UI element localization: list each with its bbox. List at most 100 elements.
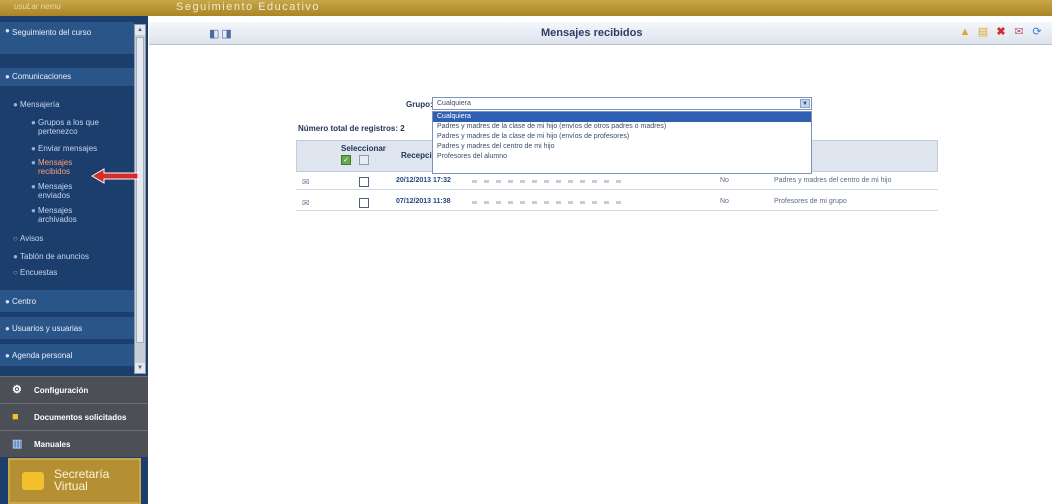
dropdown-option[interactable]: Profesores del alumno: [433, 152, 811, 162]
row-group: Padres y madres del centro de mi hijo: [774, 177, 892, 184]
sidebar-section-seguimiento[interactable]: ● Seguimiento del curso: [0, 22, 134, 54]
bullet-icon: ●: [5, 26, 10, 35]
sidebar-item-enviados[interactable]: ● Mensajes enviados: [31, 182, 88, 200]
sidebar-item-archivados[interactable]: ● Mensajes archivados: [31, 206, 92, 224]
scroll-up-icon[interactable]: ▲: [135, 25, 145, 35]
page-title: Mensajes recibidos: [541, 27, 643, 39]
app-title: Seguimiento Educativo: [176, 1, 321, 13]
sidebar-item-label: Manuales: [34, 440, 71, 449]
virtual-label: Virtual: [54, 479, 88, 493]
total-records-label: Número total de registros: 2: [298, 124, 405, 133]
sidebar-item-label: Grupos a los que pertenezco: [38, 118, 99, 136]
content-header: ◧◨ Mensajes recibidos ▲ ▤ ✖ ✉ ⟳: [149, 22, 1052, 45]
sidebar-section-label: Agenda personal: [12, 351, 73, 360]
sidebar-item-label: Tablón de anuncios: [20, 252, 89, 261]
sidebar-section-label: Usuarios y usuarias: [12, 324, 83, 333]
group-filter-select[interactable]: Cualquiera ▼: [432, 97, 812, 110]
user-name-label: usuLar nemu: [14, 2, 61, 11]
refresh-icon[interactable]: ⟳: [1030, 25, 1044, 39]
dropdown-option[interactable]: Padres y madres de la clase de mi hijo (…: [433, 132, 811, 142]
row-subject-placeholder: [472, 201, 622, 204]
sidebar: ● Seguimiento del curso ● Comunicaciones…: [0, 16, 148, 504]
envelope-icon: ✉: [302, 177, 310, 187]
row-subject-placeholder: [472, 180, 622, 183]
sidebar-section-label: Centro: [12, 297, 37, 306]
sidebar-item-label: Enviar mensajes: [38, 144, 98, 153]
table-row[interactable]: ✉ 20/12/2013 17:32 No Padres y madres de…: [296, 174, 938, 190]
sidebar-item-label: Mensajes enviados: [38, 182, 73, 200]
row-read-status: No: [720, 177, 729, 184]
bullet-icon: ●: [5, 297, 10, 306]
sidebar-section-label: Comunicaciones: [12, 72, 72, 81]
table-row[interactable]: ✉ 07/12/2013 11:38 No Profesores de mi g…: [296, 195, 938, 211]
bullet-icon: ●: [31, 158, 36, 167]
row-date[interactable]: 20/12/2013 17:32: [396, 177, 451, 184]
sidebar-item-manuales[interactable]: ▥ Manuales: [0, 430, 148, 457]
sidebar-scrollbar[interactable]: ▲ ▼: [134, 24, 146, 374]
secretaria-virtual-button[interactable]: Secretaría Virtual: [8, 458, 141, 504]
group-filter-value: Cualquiera: [437, 100, 471, 107]
bullet-icon: ●: [13, 252, 18, 261]
sidebar-section-comunicaciones[interactable]: ● Comunicaciones: [0, 68, 134, 86]
bullet-icon: ●: [5, 72, 10, 81]
group-filter-label: Grupo:: [406, 100, 433, 109]
sidebar-item-configuracion[interactable]: ⚙ Configuración: [0, 376, 148, 403]
sidebar-item-label: Configuración: [34, 386, 89, 395]
bullet-icon: ●: [5, 324, 10, 333]
folder-icon: ■: [12, 411, 19, 423]
deselect-all-icon[interactable]: [359, 155, 369, 165]
row-group: Profesores de mi grupo: [774, 198, 847, 205]
folder-icon: [22, 472, 44, 490]
sidebar-item-label: Avisos: [20, 234, 44, 243]
sidebar-item-mensajeria[interactable]: ● Mensajería: [13, 100, 60, 109]
group-filter-dropdown: Cualquiera Padres y madres de la clase d…: [432, 111, 812, 174]
sidebar-section-label: Seguimiento del curso: [12, 28, 92, 37]
sidebar-item-label: Encuestas: [20, 268, 58, 277]
gear-icon: ⚙: [12, 384, 22, 396]
sidebar-section-agenda[interactable]: ● Agenda personal: [0, 344, 134, 366]
sidebar-section-centro[interactable]: ● Centro: [0, 290, 134, 312]
bullet-icon: ○: [13, 234, 18, 243]
chevron-down-icon[interactable]: ▼: [800, 99, 810, 108]
sidebar-item-enviar[interactable]: ● Enviar mensajes: [31, 144, 98, 153]
upload-icon[interactable]: ▲: [958, 25, 972, 39]
sidebar-item-label: Documentos solicitados: [34, 413, 127, 422]
mark-read-icon[interactable]: ✉: [1012, 25, 1026, 39]
bullet-icon: ●: [31, 206, 36, 215]
toolbar: ▲ ▤ ✖ ✉ ⟳: [958, 25, 1044, 39]
sidebar-item-tablon[interactable]: ● Tablón de anuncios: [13, 252, 89, 261]
book-icon: ▥: [12, 438, 23, 450]
sidebar-item-documentos[interactable]: ■ Documentos solicitados: [0, 403, 148, 430]
dropdown-option[interactable]: Padres y madres de la clase de mi hijo (…: [433, 122, 811, 132]
archive-icon[interactable]: ▤: [976, 25, 990, 39]
scroll-down-icon[interactable]: ▼: [135, 363, 145, 373]
top-bar: usuLar nemu Seguimiento Educativo: [0, 0, 1052, 16]
red-arrow-icon: [91, 168, 139, 184]
dropdown-option[interactable]: Cualquiera: [433, 112, 811, 122]
bullet-icon: ○: [13, 268, 18, 277]
bullet-icon: ●: [13, 100, 18, 109]
sidebar-item-avisos[interactable]: ○ Avisos: [13, 234, 44, 243]
dropdown-option[interactable]: Padres y madres del centro de mi hijo: [433, 142, 811, 152]
bullet-icon: ●: [31, 118, 36, 127]
envelope-icon: ✉: [302, 198, 310, 208]
row-checkbox[interactable]: [359, 177, 369, 187]
sidebar-item-grupos[interactable]: ● Grupos a los que pertenezco: [31, 118, 128, 136]
nav-arrows-icon[interactable]: ◧◨: [209, 27, 234, 40]
delete-icon[interactable]: ✖: [994, 25, 1008, 39]
row-read-status: No: [720, 198, 729, 205]
sidebar-item-label: Mensajería: [20, 100, 60, 109]
column-header-select: Seleccionar: [341, 144, 386, 153]
sidebar-item-label: Mensajes recibidos: [38, 158, 73, 176]
sidebar-item-recibidos[interactable]: ● Mensajes recibidos: [31, 158, 84, 176]
row-checkbox[interactable]: [359, 198, 369, 208]
sidebar-section-usuarios[interactable]: ● Usuarios y usuarias: [0, 317, 134, 339]
row-date[interactable]: 07/12/2013 11:38: [396, 198, 451, 205]
select-all-icon[interactable]: ✓: [341, 155, 351, 165]
bullet-icon: ●: [31, 182, 36, 191]
scrollbar-thumb[interactable]: [136, 37, 144, 343]
bullet-icon: ●: [5, 351, 10, 360]
sidebar-item-label: Mensajes archivados: [38, 206, 77, 224]
sidebar-item-encuestas[interactable]: ○ Encuestas: [13, 268, 58, 277]
bullet-icon: ●: [31, 144, 36, 153]
